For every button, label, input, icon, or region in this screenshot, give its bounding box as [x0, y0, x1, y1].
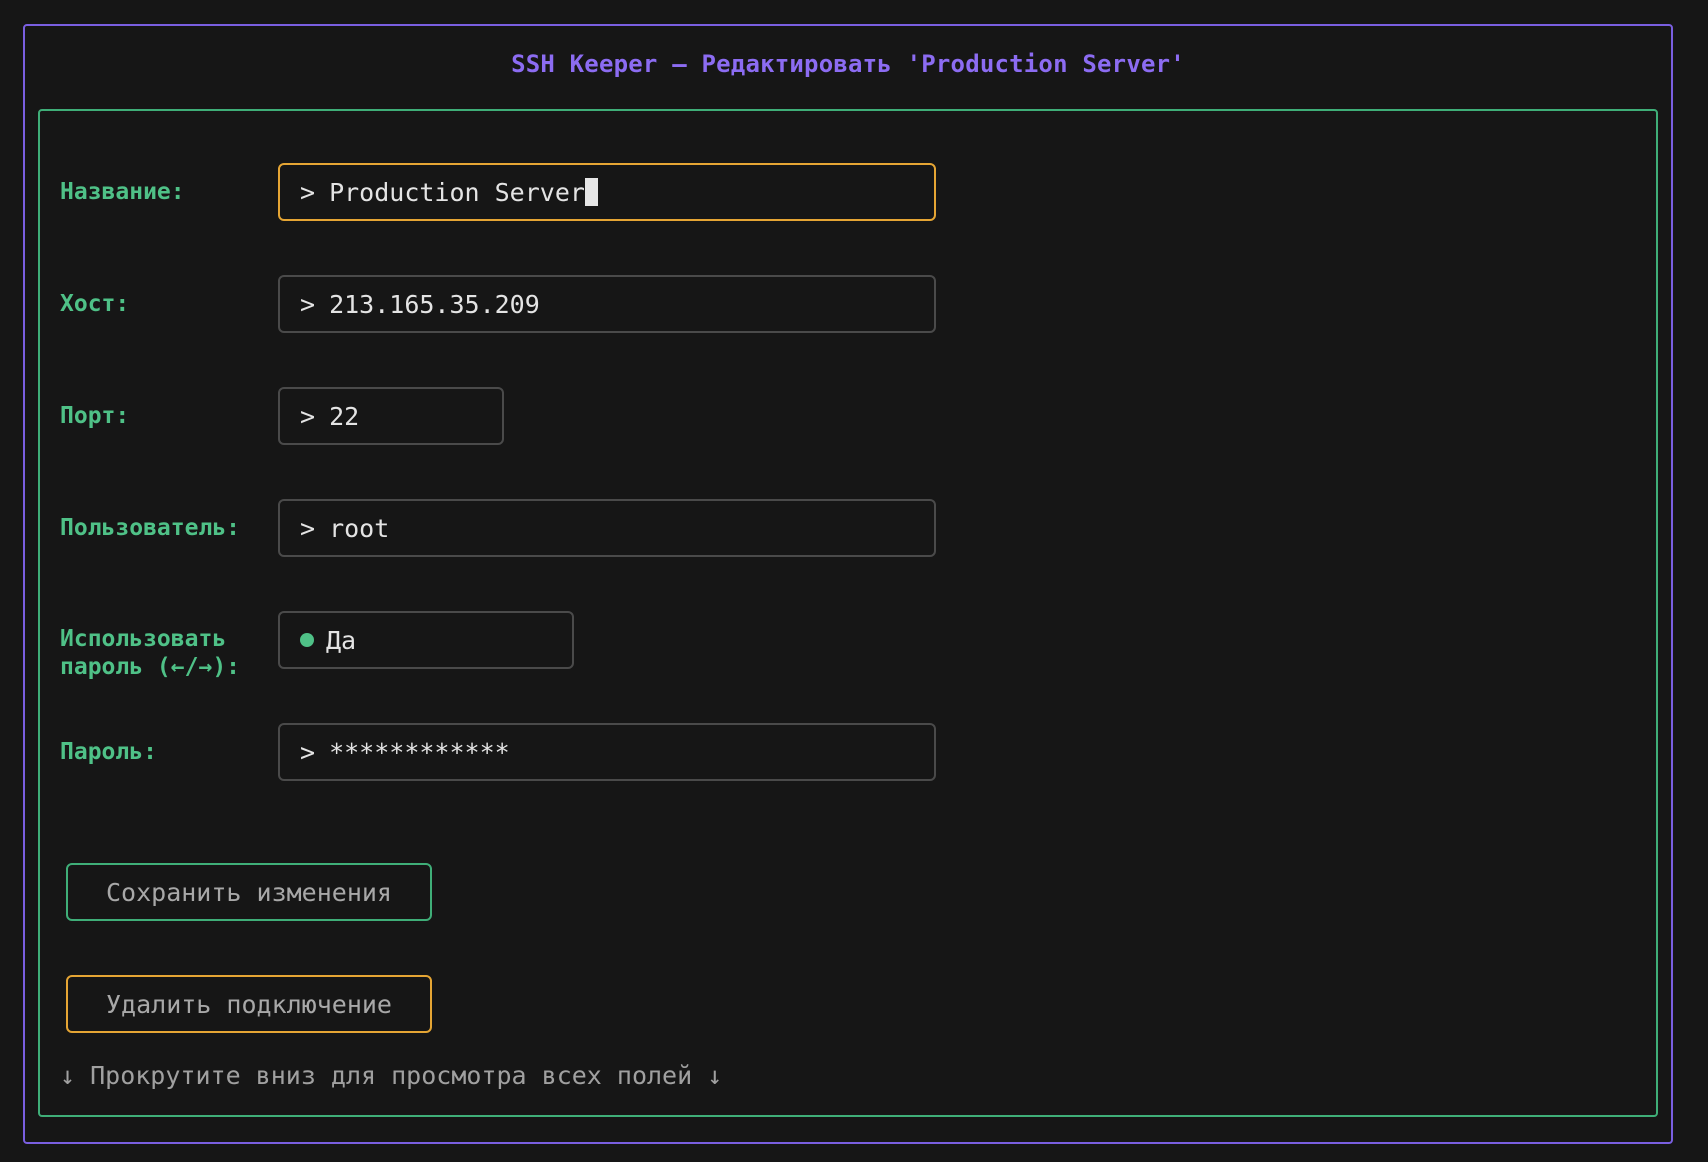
prompt-symbol: >: [300, 289, 316, 319]
user-value: root: [329, 513, 390, 543]
password-value: ************: [329, 737, 510, 767]
text-cursor: [584, 178, 598, 206]
app-window: SSH Keeper – Редактировать 'Production S…: [23, 24, 1673, 1144]
use-password-value: Да: [326, 625, 357, 655]
name-input[interactable]: > Production Server: [278, 163, 936, 221]
user-row: Пользователь: > root: [40, 499, 1656, 557]
name-row: Название: > Production Server: [40, 163, 1656, 221]
prompt-symbol: >: [300, 513, 316, 543]
port-row: Порт: >22: [40, 387, 1656, 445]
host-input[interactable]: >213.165.35.209: [278, 275, 936, 333]
delete-button[interactable]: Удалить подключение: [66, 975, 432, 1033]
window-title: SSH Keeper – Редактировать 'Production S…: [511, 50, 1185, 78]
prompt-symbol: >: [300, 177, 316, 207]
password-row: Пароль: > ************: [40, 723, 1656, 781]
edit-connection-form: Название: > Production Server Хост: >213.…: [38, 109, 1658, 1117]
prompt-symbol: >: [300, 737, 316, 767]
host-label: Хост:: [60, 291, 130, 317]
host-value: 213.165.35.209: [329, 289, 540, 319]
password-label: Пароль:: [60, 739, 157, 765]
status-dot-icon: [300, 633, 314, 647]
use-password-label-line2: пароль (←/→):: [60, 654, 241, 680]
user-input[interactable]: > root: [278, 499, 936, 557]
port-input[interactable]: >22: [278, 387, 504, 445]
host-row: Хост: >213.165.35.209: [40, 275, 1656, 333]
port-label: Порт:: [60, 403, 130, 429]
port-value: 22: [329, 401, 360, 431]
use-password-label: Использовать пароль (←/→):: [60, 625, 240, 681]
use-password-label-line1: Использовать: [60, 626, 227, 652]
save-button[interactable]: Сохранить изменения: [66, 863, 432, 921]
password-input[interactable]: > ************: [278, 723, 936, 781]
use-password-toggle[interactable]: Да: [278, 611, 574, 669]
user-label: Пользователь:: [60, 515, 241, 541]
name-label: Название:: [60, 179, 185, 205]
use-password-row: Использовать пароль (←/→): Да: [40, 611, 1656, 680]
prompt-symbol: >: [300, 401, 316, 431]
name-value: Production Server: [329, 177, 585, 207]
scroll-hint: ↓ Прокрутите вниз для просмотра всех пол…: [60, 1061, 723, 1090]
